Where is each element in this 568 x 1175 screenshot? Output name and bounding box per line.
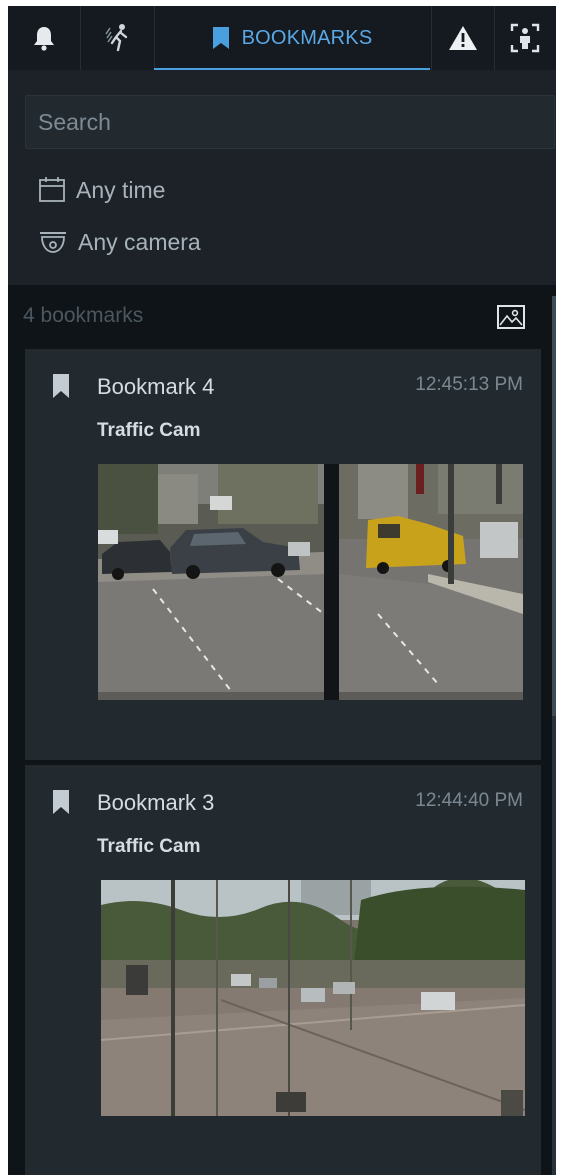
scrollbar-thumb[interactable]	[552, 296, 556, 716]
bookmark-icon	[53, 790, 69, 814]
bookmark-camera: Traffic Cam	[97, 420, 201, 441]
calendar-icon	[39, 177, 65, 202]
camera-filter[interactable]: Any camera	[38, 228, 201, 256]
tab-people[interactable]	[494, 6, 556, 70]
tab-alarms[interactable]	[8, 6, 81, 70]
active-tab-indicator	[154, 68, 430, 70]
dome-camera-icon	[40, 232, 66, 253]
time-filter[interactable]: Any time	[38, 176, 165, 204]
bookmark-title: Bookmark 4	[97, 374, 215, 399]
bookmark-count: 4 bookmarks	[23, 304, 144, 327]
bookmark-time: 12:44:40 PM	[415, 790, 523, 811]
tab-bookmarks[interactable]: BOOKMARKS	[154, 6, 430, 70]
tab-bar: BOOKMARKS	[8, 6, 556, 70]
tab-alerts[interactable]	[431, 6, 495, 70]
person-detect-icon	[510, 23, 540, 53]
motion-person-icon	[104, 24, 127, 52]
warning-icon	[449, 26, 477, 50]
search-field[interactable]	[25, 95, 555, 149]
time-filter-label: Any time	[76, 176, 166, 203]
search-input[interactable]	[26, 96, 554, 148]
bookmark-time: 12:45:13 PM	[415, 374, 523, 395]
bookmarks-panel: BOOKMARKS Any time	[8, 6, 556, 1175]
image-view-toggle-icon[interactable]	[496, 304, 526, 330]
traffic-snapshot-image	[98, 464, 523, 700]
bookmark-card[interactable]: Bookmark 4 12:45:13 PM Traffic Cam	[25, 349, 541, 760]
tab-bookmarks-label: BOOKMARKS	[241, 26, 373, 49]
tab-motion[interactable]	[81, 6, 155, 70]
bookmark-card[interactable]: Bookmark 3 12:44:40 PM Traffic Cam	[25, 765, 541, 1175]
bookmark-camera: Traffic Cam	[97, 836, 201, 857]
bell-icon	[34, 27, 54, 51]
bookmark-title: Bookmark 3	[97, 790, 215, 815]
bookmark-snapshot[interactable]	[101, 880, 525, 1116]
bookmark-snapshot[interactable]	[98, 464, 523, 700]
traffic-snapshot-image	[101, 880, 525, 1116]
bookmark-icon	[53, 374, 69, 398]
camera-filter-label: Any camera	[78, 228, 201, 255]
bookmark-icon	[212, 27, 229, 49]
